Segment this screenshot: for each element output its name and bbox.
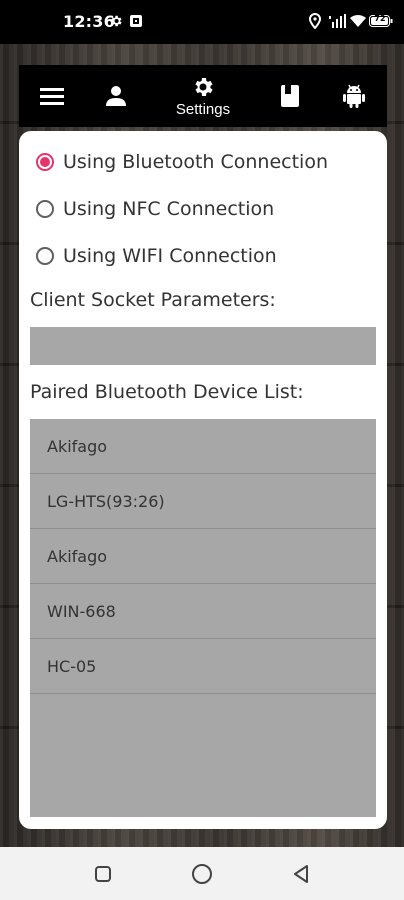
- settings-card: Using Bluetooth Connection Using NFC Con…: [19, 131, 387, 829]
- profile-button[interactable]: [101, 65, 131, 127]
- location-icon: [308, 12, 324, 30]
- client-socket-field[interactable]: [30, 327, 376, 365]
- bluetooth-option-label: Using Bluetooth Connection: [63, 151, 329, 173]
- status-bar: 12:36 72: [0, 0, 404, 44]
- list-item[interactable]: Akifago: [30, 529, 376, 584]
- nfc-option-label: Using NFC Connection: [63, 198, 275, 220]
- system-nav-bar: [0, 847, 404, 900]
- client-socket-label: Client Socket Parameters:: [30, 289, 276, 311]
- list-item[interactable]: Akifago: [30, 419, 376, 474]
- list-item[interactable]: HC-05: [30, 639, 376, 694]
- nfc-radio[interactable]: [36, 200, 54, 218]
- nfc-option[interactable]: Using NFC Connection: [36, 194, 274, 224]
- android-button[interactable]: [339, 65, 369, 127]
- home-button[interactable]: [189, 861, 215, 887]
- list-item[interactable]: LG-HTS(93:26): [30, 474, 376, 529]
- wifi-option-label: Using WIFI Connection: [63, 245, 277, 267]
- gear-status-icon: [109, 13, 125, 29]
- wifi-icon: [350, 13, 366, 29]
- back-button[interactable]: [288, 861, 314, 887]
- android-icon: [343, 84, 365, 108]
- bluetooth-option[interactable]: Using Bluetooth Connection: [36, 147, 328, 177]
- signal-icon: [329, 13, 347, 29]
- bluetooth-radio[interactable]: [36, 153, 54, 171]
- paired-device-list: Akifago LG-HTS(93:26) Akifago WIN-668 HC…: [30, 419, 376, 817]
- toolbar: Settings: [19, 65, 387, 127]
- wifi-option[interactable]: Using WIFI Connection: [36, 241, 277, 271]
- menu-icon: [40, 88, 64, 105]
- menu-button[interactable]: [37, 65, 67, 127]
- list-item[interactable]: WIN-668: [30, 584, 376, 639]
- app-status-icon: [129, 13, 145, 29]
- person-icon: [106, 86, 126, 106]
- recents-icon: [95, 866, 111, 882]
- recents-button[interactable]: [90, 861, 116, 887]
- battery-level: 72: [374, 14, 386, 23]
- status-time: 12:36: [63, 12, 115, 31]
- home-icon: [192, 864, 212, 884]
- wifi-radio[interactable]: [36, 247, 54, 265]
- book-button[interactable]: [275, 65, 305, 127]
- settings-label: Settings: [175, 100, 231, 118]
- settings-button[interactable]: Settings: [163, 65, 243, 127]
- back-icon: [294, 865, 308, 883]
- book-icon: [281, 85, 299, 107]
- gear-icon: [195, 77, 213, 96]
- paired-devices-label: Paired Bluetooth Device List:: [30, 381, 304, 403]
